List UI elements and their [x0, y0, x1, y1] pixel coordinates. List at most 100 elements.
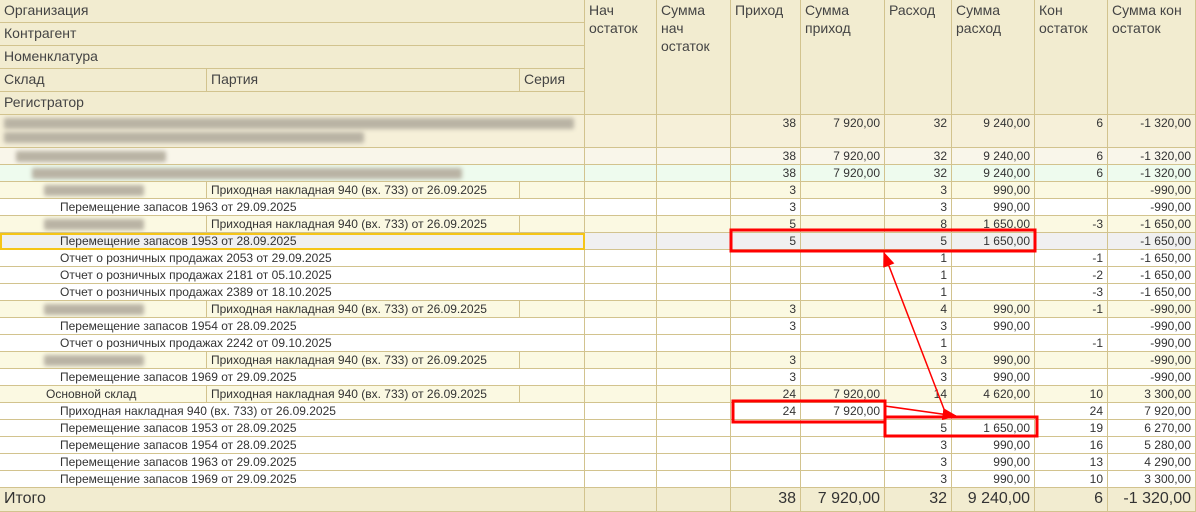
row-value	[585, 420, 657, 437]
row-value	[1035, 352, 1108, 369]
row-value: 3 300,00	[1108, 471, 1196, 488]
row-value: 1	[885, 250, 952, 267]
row-value	[585, 199, 657, 216]
row-label[interactable]: Перемещение запасов 1969 от 29.09.2025	[0, 471, 585, 488]
row-value: 5	[731, 233, 801, 250]
column-header: Расход	[885, 0, 952, 115]
row-value: -1 320,00	[1108, 115, 1196, 148]
row-value: 6 270,00	[1108, 420, 1196, 437]
row-warehouse[interactable]	[0, 182, 207, 199]
redacted-text	[44, 219, 144, 231]
row-warehouse[interactable]	[0, 301, 207, 318]
row-value: -3	[1035, 216, 1108, 233]
row-value	[801, 301, 885, 318]
row-value: 1 650,00	[952, 216, 1035, 233]
row-value	[801, 182, 885, 199]
row-series	[520, 352, 585, 369]
row-value: 990,00	[952, 352, 1035, 369]
row-value: 4 620,00	[952, 386, 1035, 403]
row-label[interactable]: Отчет о розничных продажах 2389 от 18.10…	[0, 284, 585, 301]
total-label: Итого	[0, 488, 585, 512]
row-label[interactable]	[0, 165, 585, 182]
row-value	[657, 165, 731, 182]
row-batch[interactable]: Приходная накладная 940 (вх. 733) от 26.…	[207, 386, 520, 403]
row-value: -990,00	[1108, 301, 1196, 318]
row-value	[585, 454, 657, 471]
row-value: 32	[885, 148, 952, 165]
row-value: 990,00	[952, 369, 1035, 386]
row-value: -990,00	[1108, 352, 1196, 369]
total-value: 32	[885, 488, 952, 512]
row-value	[657, 284, 731, 301]
row-value	[657, 267, 731, 284]
header-counterparty: Контрагент	[0, 23, 585, 46]
row-value	[657, 115, 731, 148]
report-table: Организация Контрагент Номенклатура Склад Па…	[0, 0, 1196, 512]
row-batch[interactable]: Приходная накладная 940 (вх. 733) от 26.…	[207, 352, 520, 369]
row-label[interactable]: Перемещение запасов 1953 от 28.09.2025	[0, 420, 585, 437]
row-label[interactable]: Перемещение запасов 1954 от 28.09.2025	[0, 318, 585, 335]
row-value: 32	[885, 165, 952, 182]
row-value: 3	[731, 301, 801, 318]
row-value	[657, 403, 731, 420]
row-value	[1035, 233, 1108, 250]
row-series	[520, 216, 585, 233]
row-batch[interactable]: Приходная накладная 940 (вх. 733) от 26.…	[207, 301, 520, 318]
row-value: 3	[885, 369, 952, 386]
row-value	[585, 335, 657, 352]
row-value: 32	[885, 115, 952, 148]
row-label[interactable]: Перемещение запасов 1953 от 28.09.2025	[0, 233, 585, 250]
row-warehouse[interactable]	[0, 352, 207, 369]
row-series	[520, 386, 585, 403]
row-value: 5	[731, 216, 801, 233]
row-warehouse[interactable]	[0, 216, 207, 233]
row-value	[801, 420, 885, 437]
redacted-text	[44, 304, 144, 316]
row-label[interactable]: Отчет о розничных продажах 2181 от 05.10…	[0, 267, 585, 284]
row-warehouse[interactable]: Основной склад	[0, 386, 207, 403]
column-header: Сумма приход	[801, 0, 885, 115]
row-value: 6	[1035, 165, 1108, 182]
row-label[interactable]: Отчет о розничных продажах 2053 от 29.09…	[0, 250, 585, 267]
row-value	[585, 403, 657, 420]
row-label[interactable]	[0, 115, 585, 148]
column-header: Нач остаток	[585, 0, 657, 115]
redacted-text	[4, 118, 574, 130]
row-label[interactable]: Отчет о розничных продажах 2242 от 09.10…	[0, 335, 585, 352]
row-value: 38	[731, 115, 801, 148]
row-series	[520, 301, 585, 318]
row-value: 4	[885, 301, 952, 318]
redacted-text	[44, 355, 144, 367]
row-value: 4 290,00	[1108, 454, 1196, 471]
row-batch[interactable]: Приходная накладная 940 (вх. 733) от 26.…	[207, 216, 520, 233]
row-label[interactable]: Перемещение запасов 1963 от 29.09.2025	[0, 199, 585, 216]
row-value	[585, 301, 657, 318]
row-value	[1035, 318, 1108, 335]
column-header: Сумма нач остаток	[657, 0, 731, 115]
row-value	[657, 250, 731, 267]
row-label[interactable]: Перемещение запасов 1969 от 29.09.2025	[0, 369, 585, 386]
row-value	[657, 386, 731, 403]
row-value	[731, 267, 801, 284]
row-value: 7 920,00	[801, 165, 885, 182]
row-value	[585, 352, 657, 369]
redacted-text	[4, 132, 364, 144]
row-value: -1 650,00	[1108, 216, 1196, 233]
row-value	[585, 386, 657, 403]
header-registrar: Регистратор	[0, 92, 585, 115]
row-value: 24	[731, 403, 801, 420]
row-value	[731, 420, 801, 437]
row-label[interactable]: Перемещение запасов 1954 от 28.09.2025	[0, 437, 585, 454]
row-label[interactable]	[0, 148, 585, 165]
column-header: Сумма кон остаток	[1108, 0, 1196, 115]
row-batch[interactable]: Приходная накладная 940 (вх. 733) от 26.…	[207, 182, 520, 199]
row-value	[731, 471, 801, 488]
row-value	[657, 335, 731, 352]
redacted-text	[44, 185, 144, 197]
row-label[interactable]: Приходная накладная 940 (вх. 733) от 26.…	[0, 403, 585, 420]
column-header: Кон остаток	[1035, 0, 1108, 115]
row-value	[731, 284, 801, 301]
row-label[interactable]: Перемещение запасов 1963 от 29.09.2025	[0, 454, 585, 471]
row-value	[585, 115, 657, 148]
row-value	[657, 437, 731, 454]
